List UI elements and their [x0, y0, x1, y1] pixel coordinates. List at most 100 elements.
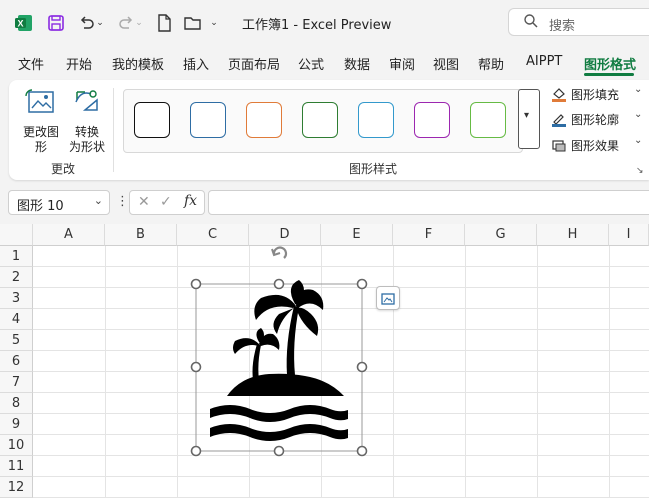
resize-handle[interactable]: [356, 445, 368, 457]
tab-page-layout[interactable]: 页面布局: [228, 54, 280, 73]
style-swatch-4[interactable]: [302, 102, 338, 138]
select-all-corner[interactable]: [0, 224, 33, 246]
ribbon-panel: 更改图 形 转换 为形状 更改 ▾ 图形样式 图形填充 ⌄ 图形轮廓 ⌄ 图形效…: [9, 80, 649, 180]
qat-customize-icon[interactable]: ⌄: [207, 12, 221, 34]
formula-bar-row: 图形 10 ⌄ ⋮ ✕ ✓ fx: [0, 186, 649, 220]
tab-help[interactable]: 帮助: [478, 54, 504, 73]
change-graphic-icon: [25, 88, 57, 122]
row-header-2[interactable]: 2: [0, 267, 33, 288]
style-swatch-7[interactable]: [470, 102, 506, 138]
palm-island-icon: [210, 280, 348, 441]
insert-function-icon[interactable]: fx: [184, 193, 197, 209]
group-divider: [113, 88, 114, 172]
change-group-label: 更改: [51, 162, 76, 176]
rotate-handle[interactable]: [271, 246, 288, 259]
selected-graphic[interactable]: [189, 244, 369, 459]
tab-formulas[interactable]: 公式: [298, 54, 324, 73]
formula-input[interactable]: [208, 190, 649, 215]
tab-aippt[interactable]: AIPPT: [526, 54, 562, 69]
tab-view[interactable]: 视图: [433, 54, 459, 73]
row-header-1[interactable]: 1: [0, 246, 33, 267]
cancel-icon[interactable]: ✕: [138, 194, 150, 210]
row-header-12[interactable]: 12: [0, 477, 33, 498]
tab-graphics-format[interactable]: 图形格式: [584, 54, 636, 73]
graphic-outline-label: 图形轮廓: [571, 113, 620, 127]
row-header-3[interactable]: 3: [0, 288, 33, 309]
resize-handle[interactable]: [190, 278, 202, 290]
convert-to-shape-label: 转换 为形状: [68, 125, 105, 154]
tab-my-templates[interactable]: 我的模板: [112, 54, 164, 73]
resize-handle[interactable]: [190, 445, 202, 457]
style-swatch-2[interactable]: [190, 102, 226, 138]
chevron-down-icon: ⌄: [634, 109, 643, 120]
dialog-launcher-icon[interactable]: ↘: [636, 166, 644, 176]
new-file-icon[interactable]: [153, 12, 175, 34]
chevron-down-icon: ▾: [524, 110, 530, 121]
column-header-b[interactable]: B: [105, 224, 177, 246]
active-tab-indicator: [584, 73, 634, 76]
gallery-expand-button[interactable]: ▾: [518, 89, 540, 149]
chevron-down-icon: ⌄: [634, 135, 643, 146]
row-header-4[interactable]: 4: [0, 309, 33, 330]
row-header-7[interactable]: 7: [0, 372, 33, 393]
tab-insert[interactable]: 插入: [183, 54, 209, 73]
row-header-5[interactable]: 5: [0, 330, 33, 351]
graphic-styles-gallery: [123, 89, 523, 153]
svg-text:X: X: [17, 19, 23, 29]
column-header-e[interactable]: E: [321, 224, 393, 246]
column-header-d[interactable]: D: [249, 224, 321, 246]
column-header-c[interactable]: C: [177, 224, 249, 246]
column-header-h[interactable]: H: [537, 224, 609, 246]
search-placeholder: 搜索: [549, 19, 576, 34]
save-icon[interactable]: [45, 12, 67, 34]
picture-layout-icon: [381, 291, 395, 310]
row-header-6[interactable]: 6: [0, 351, 33, 372]
convert-to-shape-icon: [71, 86, 103, 122]
column-header-i[interactable]: I: [609, 224, 649, 246]
convert-to-shape-button[interactable]: 转换 为形状: [65, 86, 109, 154]
enter-icon[interactable]: ✓: [160, 194, 172, 210]
change-graphic-button[interactable]: 更改图 形: [17, 86, 65, 154]
tab-review[interactable]: 审阅: [389, 54, 415, 73]
ribbon-tabs: 文件 开始 我的模板 插入 页面布局 公式 数据 审阅 视图 帮助 AIPPT …: [0, 46, 649, 78]
style-swatch-5[interactable]: [358, 102, 394, 138]
styles-group-label: 图形样式: [349, 162, 398, 176]
column-header-a[interactable]: A: [33, 224, 105, 246]
paint-bucket-icon: [551, 86, 567, 102]
formula-actions: ✕ ✓ fx: [129, 190, 205, 215]
change-graphic-label: 更改图 形: [22, 125, 59, 154]
column-header-f[interactable]: F: [393, 224, 465, 246]
chevron-down-icon[interactable]: ⌄: [94, 194, 103, 207]
name-box[interactable]: 图形 10 ⌄: [8, 190, 110, 215]
open-folder-icon[interactable]: [182, 12, 204, 34]
graphic-fill-label: 图形填充: [571, 88, 620, 102]
style-swatch-3[interactable]: [246, 102, 282, 138]
resize-handle[interactable]: [356, 278, 368, 290]
redo-dropdown-icon[interactable]: ⌄: [133, 12, 145, 34]
name-box-value: 图形 10: [17, 199, 64, 214]
tab-file[interactable]: 文件: [18, 54, 44, 73]
tab-home[interactable]: 开始: [66, 54, 92, 73]
worksheet-grid[interactable]: A B C D E F G H I 1 2 3 4 5 6 7 8 9 10 1…: [0, 224, 649, 498]
row-header-9[interactable]: 9: [0, 414, 33, 435]
resize-handle[interactable]: [356, 361, 368, 373]
tab-data[interactable]: 数据: [344, 54, 370, 73]
resize-handle[interactable]: [273, 278, 285, 290]
style-swatch-6[interactable]: [414, 102, 450, 138]
style-swatch-1[interactable]: [134, 102, 170, 138]
effects-icon: [551, 137, 567, 153]
resize-handle[interactable]: [273, 445, 285, 457]
undo-dropdown-icon[interactable]: ⌄: [94, 12, 106, 34]
layout-options-button[interactable]: [376, 286, 400, 310]
column-header-g[interactable]: G: [465, 224, 537, 246]
window-title: 工作簿1 - Excel Preview: [242, 18, 392, 33]
more-options-icon[interactable]: ⋮: [116, 194, 129, 209]
resize-handle[interactable]: [190, 361, 202, 373]
row-header-8[interactable]: 8: [0, 393, 33, 414]
chevron-down-icon: ⌄: [634, 84, 643, 95]
title-bar: X ⌄ ⌄ ⌄ 工作簿1 - Excel Preview 搜索: [0, 0, 649, 46]
row-header-10[interactable]: 10: [0, 435, 33, 456]
row-header-11[interactable]: 11: [0, 456, 33, 477]
search-input[interactable]: 搜索: [508, 8, 649, 36]
graphic-effects-label: 图形效果: [571, 139, 620, 153]
